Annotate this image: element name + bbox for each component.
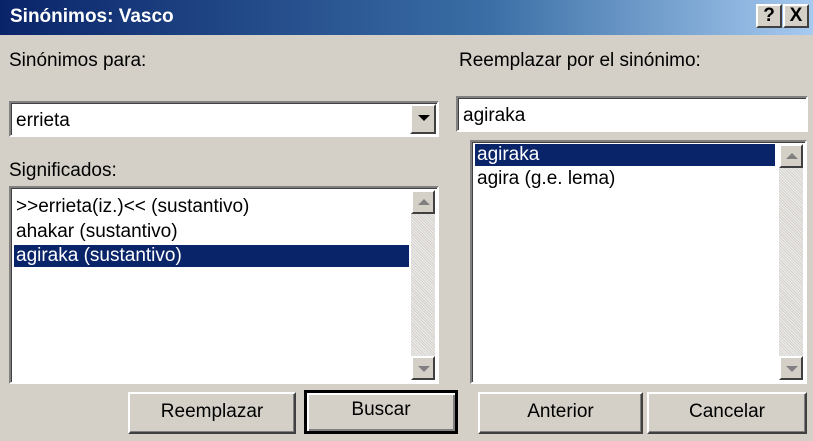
replace-with-label-text: Reemplazar por el sinónimo:: [459, 50, 701, 71]
cancel-button[interactable]: Cancelar: [647, 392, 807, 434]
scroll-down-button[interactable]: [411, 356, 435, 380]
window-title: Sinónimos: Vasco: [10, 6, 174, 27]
chevron-down-icon: [418, 115, 430, 121]
arrow-up-icon: [786, 153, 798, 159]
replace-with-value[interactable]: agiraka: [463, 105, 525, 127]
synonyms-scrollbar[interactable]: [779, 144, 803, 380]
meanings-label-text: Significados:: [9, 160, 117, 181]
meanings-listbox[interactable]: >>errieta(iz.)<< (sustantivo) ahakar (su…: [9, 186, 439, 384]
scroll-down-button[interactable]: [779, 356, 803, 380]
arrow-down-icon: [418, 366, 430, 372]
meaning-item-ahakar[interactable]: ahakar (sustantivo): [14, 221, 178, 243]
title-bar[interactable]: Sinónimos: Vasco ? X: [0, 0, 813, 35]
synonyms-listbox[interactable]: agiraka agira (g.e. lema): [470, 140, 807, 384]
synonyms-dialog: Sinónimos: Vasco ? X Sinónimos para: err…: [0, 0, 813, 441]
synonym-item-agiraka[interactable]: agiraka: [475, 144, 775, 166]
previous-button[interactable]: Anterior: [478, 392, 643, 434]
synonym-item-agira[interactable]: agira (g.e. lema): [475, 168, 615, 190]
cancel-button-label: Cancelar: [688, 401, 766, 422]
search-button[interactable]: Buscar: [304, 390, 458, 434]
meanings-label: Significados:: [9, 160, 117, 182]
synonyms-for-label-text: Sinónimos para:: [9, 50, 147, 71]
synonyms-for-label: Sinónimos para:: [9, 50, 146, 72]
replace-with-label: Reemplazar por el sinónimo:: [459, 50, 701, 72]
scroll-up-button[interactable]: [779, 144, 803, 168]
search-button-label: Buscar: [351, 399, 411, 420]
combobox-dropdown-button[interactable]: [410, 104, 436, 134]
close-button[interactable]: X: [783, 4, 809, 28]
replace-button[interactable]: Reemplazar: [128, 392, 296, 434]
previous-button-label: Anterior: [527, 401, 594, 422]
help-button[interactable]: ?: [756, 4, 782, 28]
meanings-scrollbar[interactable]: [411, 190, 435, 380]
synonyms-for-value[interactable]: errieta: [16, 110, 70, 132]
synonyms-for-combobox[interactable]: errieta: [9, 101, 439, 137]
replace-button-label: Reemplazar: [160, 401, 264, 422]
meaning-item-agiraka[interactable]: agiraka (sustantivo): [14, 245, 409, 267]
replace-with-field[interactable]: agiraka: [456, 96, 808, 132]
meaning-item-errieta[interactable]: >>errieta(iz.)<< (sustantivo): [14, 196, 249, 218]
scroll-up-button[interactable]: [411, 190, 435, 214]
arrow-down-icon: [786, 366, 798, 372]
arrow-up-icon: [418, 199, 430, 205]
